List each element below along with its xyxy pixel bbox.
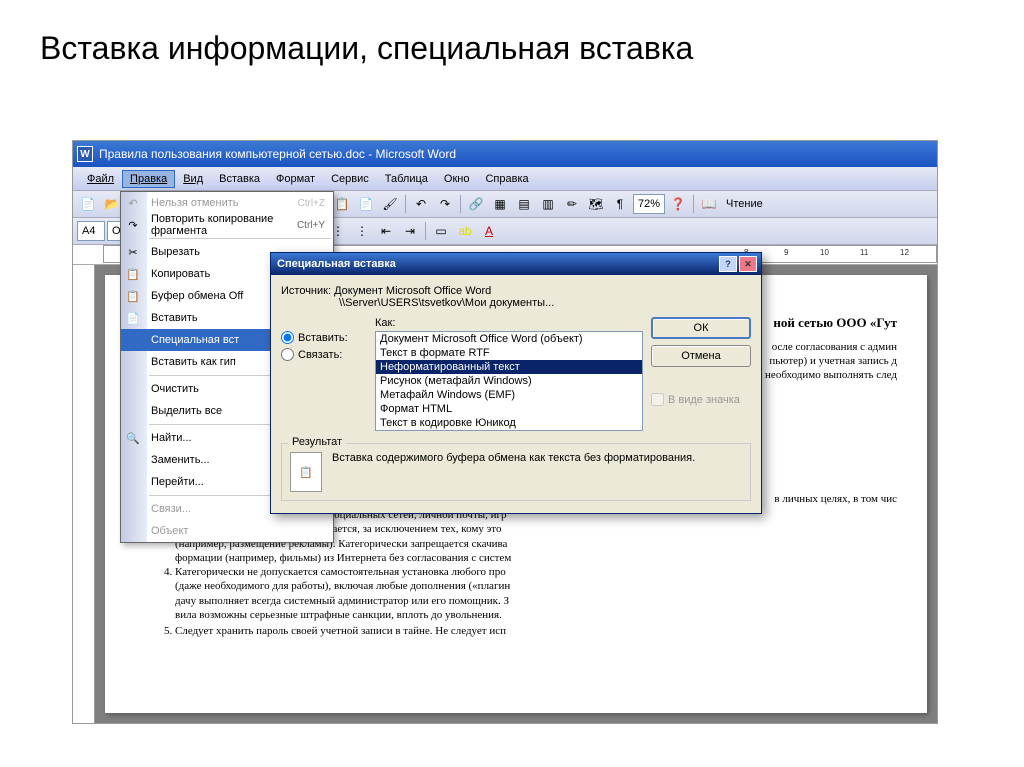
cut-icon: ✂	[125, 244, 141, 260]
hyperlink-icon[interactable]: 🔗	[465, 193, 487, 215]
list-item[interactable]: Рисунок (метафайл Windows)	[376, 374, 642, 388]
word-icon: W	[77, 146, 93, 162]
copy-icon: 📋	[125, 266, 141, 282]
drawing-icon[interactable]: ✏	[561, 193, 583, 215]
list-item[interactable]: Текст в формате RTF	[376, 346, 642, 360]
pilcrow-icon[interactable]: ¶	[609, 193, 631, 215]
font-color-icon[interactable]: A	[478, 220, 500, 242]
list-item[interactable]: Текст в кодировке Юникод	[376, 416, 642, 430]
link-radio-input[interactable]	[281, 348, 294, 361]
paste-special-dialog: Специальная вставка ? ✕ Источник: Докуме…	[270, 252, 762, 514]
help-icon[interactable]: ❓	[667, 193, 689, 215]
menu-undo: ↶ Нельзя отменить Ctrl+Z	[121, 192, 333, 214]
menu-help[interactable]: Справка	[477, 170, 536, 188]
columns-icon[interactable]: ▥	[537, 193, 559, 215]
window-title: Правила пользования компьютерной сетью.d…	[99, 147, 933, 161]
close-icon[interactable]: ✕	[739, 256, 757, 272]
result-text: Вставка содержимого буфера обмена как те…	[332, 452, 695, 464]
menu-view[interactable]: Вид	[175, 170, 211, 188]
menu-redo[interactable]: ↷ Повторить копирование фрагмента Ctrl+Y	[121, 214, 333, 236]
separator	[425, 222, 426, 240]
copy-icon[interactable]: 📋	[331, 193, 353, 215]
ruler-vertical[interactable]	[73, 265, 95, 723]
format-listbox[interactable]: Документ Microsoft Office Word (объект) …	[375, 331, 643, 431]
as-label: Как:	[375, 317, 643, 329]
read-icon[interactable]: 📖	[698, 193, 720, 215]
list-item[interactable]: Формат HTML	[376, 402, 642, 416]
dialog-title: Специальная вставка	[275, 258, 717, 270]
new-icon[interactable]: 📄	[77, 193, 99, 215]
menu-insert[interactable]: Вставка	[211, 170, 268, 188]
paste-icon[interactable]: 📄	[355, 193, 377, 215]
separator	[693, 195, 694, 213]
source-path: \\Server\USERS\tsvetkov\Мои документы...	[339, 297, 554, 309]
bullets-icon[interactable]: ⋮	[351, 220, 373, 242]
help-icon[interactable]: ?	[719, 256, 737, 272]
cancel-button[interactable]: Отмена	[651, 345, 751, 367]
clipboard-icon: 📋	[290, 452, 322, 492]
titlebar: W Правила пользования компьютерной сетью…	[73, 141, 937, 167]
redo-icon[interactable]: ↷	[434, 193, 456, 215]
as-icon-input	[651, 393, 664, 406]
clipboard-icon: 📋	[125, 288, 141, 304]
ok-button[interactable]: ОК	[651, 317, 751, 339]
format-painter-icon[interactable]: 🖌	[379, 193, 401, 215]
menu-format[interactable]: Формат	[268, 170, 323, 188]
doc-para: формации (например, фильмы) из Интернета…	[175, 551, 897, 565]
menubar: Файл Правка Вид Вставка Формат Сервис Та…	[73, 167, 937, 191]
list-item[interactable]: Документ Microsoft Office Word (объект)	[376, 332, 642, 346]
result-legend: Результат	[288, 436, 346, 448]
find-icon: 🔍	[125, 430, 141, 446]
doc-list-item: Категорически не допускается самостоятел…	[175, 565, 897, 622]
paste-radio[interactable]: Вставить:	[281, 331, 367, 344]
doc-list-item: Следует хранить пароль своей учетной зап…	[175, 624, 897, 638]
separator	[460, 195, 461, 213]
increase-indent-icon[interactable]: ⇥	[399, 220, 421, 242]
list-item[interactable]: Неформатированный текст	[376, 360, 642, 374]
menu-edit[interactable]: Правка	[122, 170, 175, 188]
list-item[interactable]: Метафайл Windows (EMF)	[376, 388, 642, 402]
as-icon-checkbox: В виде значка	[651, 393, 751, 406]
read-label[interactable]: Чтение	[722, 198, 767, 210]
source-value: Документ Microsoft Office Word	[334, 285, 491, 297]
table-icon[interactable]: ▦	[489, 193, 511, 215]
separator	[405, 195, 406, 213]
dialog-titlebar[interactable]: Специальная вставка ? ✕	[271, 253, 761, 275]
paste-radio-input[interactable]	[281, 331, 294, 344]
separator	[149, 238, 331, 239]
menu-window[interactable]: Окно	[436, 170, 478, 188]
menu-tools[interactable]: Сервис	[323, 170, 377, 188]
menu-file[interactable]: Файл	[79, 170, 122, 188]
highlight-icon[interactable]: ab	[454, 220, 476, 242]
border-icon[interactable]: ▭	[430, 220, 452, 242]
map-icon[interactable]: 🗺	[585, 193, 607, 215]
menu-object: Объект	[121, 520, 333, 542]
undo-icon[interactable]: ↶	[410, 193, 432, 215]
decrease-indent-icon[interactable]: ⇤	[375, 220, 397, 242]
zoom-combo[interactable]: 72%	[633, 194, 665, 214]
link-radio[interactable]: Связать:	[281, 348, 367, 361]
slide-title: Вставка информации, специальная вставка	[0, 0, 1024, 87]
menu-table[interactable]: Таблица	[377, 170, 436, 188]
redo-icon: ↷	[125, 217, 141, 233]
source-label: Источник:	[281, 285, 331, 297]
result-group: Результат 📋 Вставка содержимого буфера о…	[281, 443, 751, 501]
undo-icon: ↶	[125, 195, 141, 211]
paste-icon: 📄	[125, 310, 141, 326]
style-combo[interactable]: A4	[77, 221, 105, 241]
excel-icon[interactable]: ▤	[513, 193, 535, 215]
